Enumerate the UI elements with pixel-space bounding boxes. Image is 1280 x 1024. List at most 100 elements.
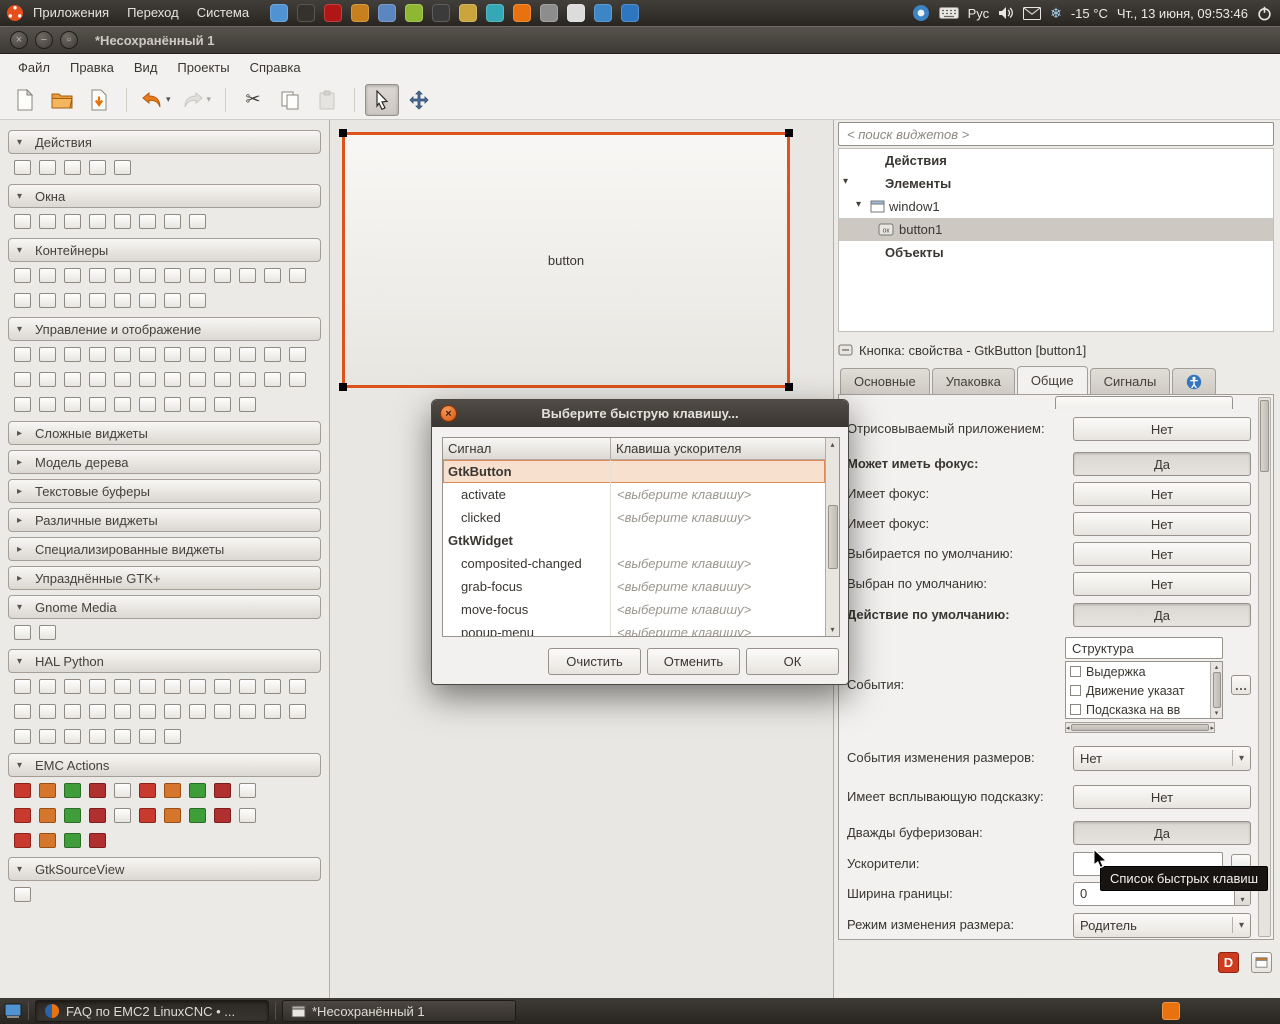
palette-widget-icon[interactable] [214,347,231,362]
palette-widget-icon[interactable] [164,783,181,798]
property-toggle-button[interactable]: Да [1073,452,1251,476]
palette-widget-icon[interactable] [264,704,281,719]
volume-icon[interactable] [998,6,1014,20]
property-toggle-button[interactable]: Нет [1073,482,1251,506]
palette-section-header[interactable]: ▾ HAL Python [8,649,321,673]
accelerator-cell[interactable]: <выберите клавишу> [611,579,825,594]
palette-widget-icon[interactable] [189,783,206,798]
palette-widget-icon[interactable] [64,729,81,744]
palette-widget-icon[interactable] [64,833,81,848]
expander-open-icon[interactable]: ▾ [843,176,848,187]
palette-widget-icon[interactable] [89,268,106,283]
expander-open-icon[interactable]: ▾ [17,137,27,148]
copy-button[interactable] [273,84,307,116]
app-icon[interactable] [567,4,586,22]
signal-row[interactable]: GtkButton [443,460,825,483]
events-more-button[interactable]: … [1231,675,1251,695]
palette-widget-icon[interactable] [289,268,306,283]
scroll-up-icon[interactable]: ▴ [1215,663,1219,671]
palette-widget-icon[interactable] [114,808,131,823]
palette-widget-icon[interactable] [164,347,181,362]
palette-widget-icon[interactable] [214,372,231,387]
palette-widget-icon[interactable] [214,679,231,694]
tab-Основные[interactable]: Основные [840,368,930,394]
palette-widget-icon[interactable] [14,887,31,902]
palette-widget-icon[interactable] [114,347,131,362]
palette-widget-icon[interactable] [64,397,81,412]
palette-widget-icon[interactable] [189,808,206,823]
palette-widget-icon[interactable] [189,268,206,283]
palette-widget-icon[interactable] [14,783,31,798]
column-header-signal[interactable]: Сигнал [443,438,611,460]
property-toggle-button[interactable]: Нет [1073,512,1251,536]
palette-widget-icon[interactable] [239,783,256,798]
palette-widget-icon[interactable] [114,704,131,719]
weather-icon[interactable]: ❄ [1050,5,1062,22]
palette-widget-icon[interactable] [39,293,56,308]
chevron-down-icon[interactable]: ▾ [207,94,212,105]
palette-widget-icon[interactable] [14,372,31,387]
signal-row[interactable]: activate <выберите клавишу> [443,483,825,506]
palette-widget-icon[interactable] [289,347,306,362]
palette-widget-icon[interactable] [114,293,131,308]
app-icon[interactable] [324,4,343,22]
palette-widget-icon[interactable] [64,268,81,283]
expander-open-icon[interactable]: ▾ [17,602,27,613]
event-option[interactable]: Выдержка [1066,662,1210,681]
panel-menu[interactable]: Приложения [24,0,118,26]
palette-section-header[interactable]: ▸ Текстовые буферы [8,479,321,503]
palette-widget-icon[interactable] [39,729,56,744]
palette-widget-icon[interactable] [39,808,56,823]
palette-widget-icon[interactable] [114,214,131,229]
palette-widget-icon[interactable] [214,808,231,823]
scroll-up-icon[interactable]: ▴ [830,440,834,449]
menu-Вид[interactable]: Вид [124,57,168,78]
expander-open-icon[interactable]: ▾ [17,760,27,771]
expander-closed-icon[interactable]: ▸ [17,428,27,439]
widget-info-button[interactable] [1251,952,1272,973]
show-desktop-icon[interactable] [4,1003,22,1019]
palette-widget-icon[interactable] [264,679,281,694]
palette-widget-icon[interactable] [164,214,181,229]
palette-section-header[interactable]: ▾ Управление и отображение [8,317,321,341]
palette-widget-icon[interactable] [39,783,56,798]
tree-item-window1[interactable]: ▾ window1 [839,195,1273,218]
palette-section-header[interactable]: ▸ Различные виджеты [8,508,321,532]
palette-widget-icon[interactable] [64,704,81,719]
palette-widget-icon[interactable] [164,397,181,412]
palette-widget-icon[interactable] [189,704,206,719]
taskbar-item[interactable]: FAQ по EMC2 LinuxCNC • ... [35,1000,269,1022]
palette-widget-icon[interactable] [139,679,156,694]
palette-widget-icon[interactable] [14,214,31,229]
signal-row[interactable]: grab-focus <выберите клавишу> [443,575,825,598]
palette-widget-icon[interactable] [164,729,181,744]
signal-row[interactable]: clicked <выберите клавишу> [443,506,825,529]
accelerator-cell[interactable]: <выберите клавишу> [611,602,825,617]
palette-widget-icon[interactable] [39,347,56,362]
palette-widget-icon[interactable] [64,808,81,823]
menu-Файл[interactable]: Файл [8,57,60,78]
mail-icon[interactable] [1023,6,1042,20]
messaging-indicator-icon[interactable] [912,4,930,22]
drag-resize-button[interactable] [402,84,436,116]
palette-widget-icon[interactable] [164,679,181,694]
paste-button[interactable] [310,84,344,116]
palette-widget-icon[interactable] [239,808,256,823]
expander-open-icon[interactable]: ▾ [17,245,27,256]
window-titlebar[interactable]: × − ▫ *Несохранённый 1 [0,26,1280,54]
tab-Общие[interactable]: Общие [1016,366,1088,394]
checkbox[interactable] [1070,666,1081,677]
palette-widget-icon[interactable] [39,397,56,412]
palette-widget-icon[interactable] [89,729,106,744]
event-option[interactable]: Подсказка на вв [1066,700,1210,718]
property-toggle-button[interactable]: Нет [1073,417,1251,441]
palette-widget-icon[interactable] [14,625,31,640]
app-icon[interactable] [594,4,613,22]
minimize-button[interactable]: − [35,31,53,49]
maximize-button[interactable]: ▫ [60,31,78,49]
signal-row[interactable]: move-focus <выберите клавишу> [443,598,825,621]
scrollbar-thumb[interactable] [827,505,838,569]
palette-widget-icon[interactable] [214,704,231,719]
palette-widget-icon[interactable] [39,625,56,640]
palette-widget-icon[interactable] [64,783,81,798]
